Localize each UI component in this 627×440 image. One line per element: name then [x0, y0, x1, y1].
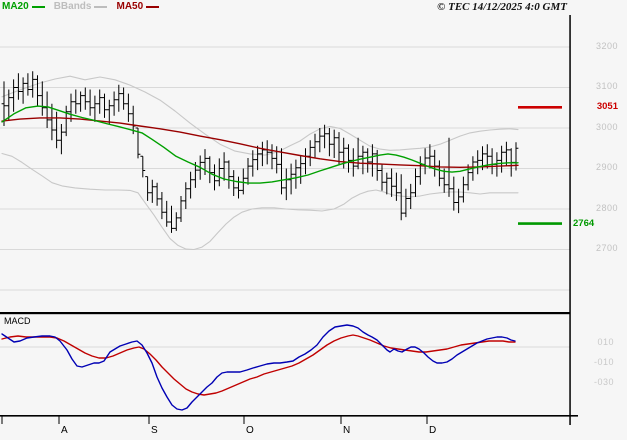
support-level-label: 2764 — [573, 218, 595, 229]
price-tick-3100: 3100 — [595, 81, 618, 91]
legend-item-ma50: MA50 — [116, 1, 160, 12]
legend-item-bbands: BBands — [54, 1, 108, 12]
price-tick-2900: 2900 — [595, 162, 618, 172]
resistance-level-label: 3051 — [596, 101, 618, 112]
price-chart-canvas — [0, 15, 578, 425]
legend: MA20 BBands MA50 — [2, 1, 160, 12]
ma20-legend-swatch-icon — [31, 5, 45, 8]
ma50-legend-swatch-icon — [146, 5, 160, 8]
legend-item-ma20: MA20 — [2, 1, 45, 12]
price-tick-3200: 3200 — [595, 41, 618, 51]
month-label-december: D — [429, 425, 437, 436]
stock-chart: MA20 BBands MA50 © TEC 14/12/2025 4:0 GM… — [0, 0, 627, 440]
month-label-september: S — [151, 425, 158, 436]
macd-tick-n010: -010 — [593, 357, 614, 367]
bbands-legend-swatch-icon — [94, 5, 108, 8]
price-tick-2800: 2800 — [595, 203, 618, 213]
macd-tick-010: 010 — [597, 337, 614, 347]
macd-tick-n030: -030 — [593, 377, 614, 387]
ma20-legend-label: MA20 — [2, 1, 29, 12]
price-tick-2700: 2700 — [595, 243, 618, 253]
ma50-legend-label: MA50 — [116, 1, 144, 12]
timestamp: © TEC 14/12/2025 4:0 GMT — [437, 1, 567, 13]
month-label-august: A — [61, 425, 68, 436]
price-tick-3000: 3000 — [595, 122, 618, 132]
month-label-october: O — [246, 425, 254, 436]
macd-panel-title: MACD — [4, 316, 31, 326]
month-label-november: N — [343, 425, 351, 436]
bbands-legend-label: BBands — [53, 1, 92, 12]
